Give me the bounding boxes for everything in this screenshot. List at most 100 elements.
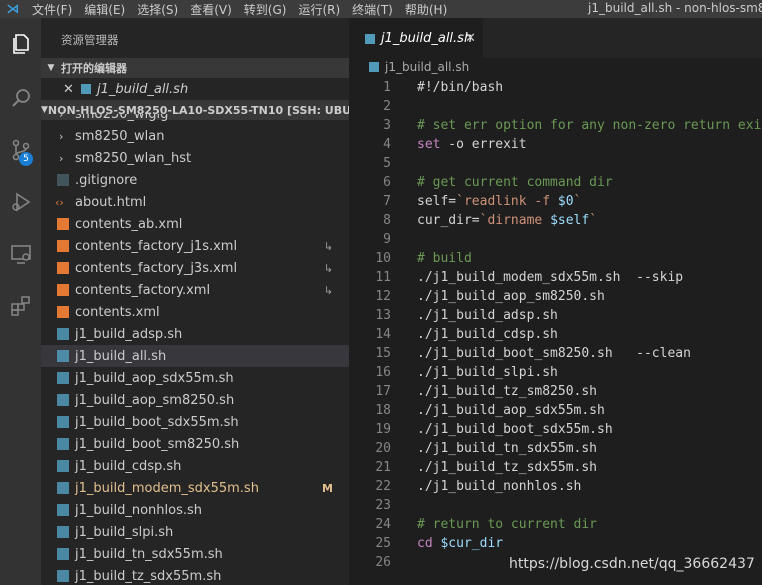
open-editors-header[interactable]: ▼ 打开的编辑器 xyxy=(41,58,349,78)
close-icon[interactable]: ✕ xyxy=(465,31,476,46)
code-line: 23 xyxy=(349,496,762,515)
tree-file[interactable]: j1_build_all.sh xyxy=(41,345,349,367)
code-token: ./j1_build_modem_sdx55m.sh --skip xyxy=(417,270,684,285)
line-number: 8 xyxy=(383,213,391,228)
code-token: ./j1_build_aop_sm8250.sh xyxy=(417,289,605,304)
explorer-icon[interactable] xyxy=(0,24,41,64)
tree-folder[interactable]: › sm8250_wlan xyxy=(41,125,349,147)
menu-item[interactable]: 终端(T) xyxy=(346,1,399,18)
breadcrumb[interactable]: j1_build_all.sh xyxy=(369,60,469,74)
line-number: 20 xyxy=(375,441,391,456)
code-line: 18 ./j1_build_aop_sdx55m.sh xyxy=(349,401,762,420)
tree-file[interactable]: j1_build_boot_sdx55m.sh xyxy=(41,411,349,433)
sh-file-icon xyxy=(57,416,69,428)
tree-file[interactable]: j1_build_tn_sdx55m.sh xyxy=(41,543,349,565)
run-debug-icon[interactable] xyxy=(0,182,41,222)
tree-folder[interactable]: › sm8250_wigig xyxy=(41,114,349,125)
code-line: 5 xyxy=(349,154,762,173)
code-text: ./j1_build_nonhlos.sh xyxy=(417,477,581,496)
menu-item[interactable]: 编辑(E) xyxy=(78,1,131,18)
shell-file-icon xyxy=(365,34,375,44)
tree-file[interactable]: j1_build_modem_sdx55m.sh M xyxy=(41,477,349,499)
line-number: 25 xyxy=(375,536,391,551)
tree-file[interactable]: j1_build_cdsp.sh xyxy=(41,455,349,477)
code-line: 12 ./j1_build_aop_sm8250.sh xyxy=(349,287,762,306)
close-icon[interactable]: ✕ xyxy=(63,82,74,97)
tree-file[interactable]: j1_build_aop_sdx55m.sh xyxy=(41,367,349,389)
code-token: $0 xyxy=(557,194,574,209)
line-number: 12 xyxy=(375,289,391,304)
xml-file-icon xyxy=(57,306,69,318)
menu-item[interactable]: 查看(V) xyxy=(184,1,238,18)
code-line: 8 cur_dir=`dirname $self` xyxy=(349,211,762,230)
code-token: ./j1_build_aop_sdx55m.sh xyxy=(417,403,605,418)
line-number: 22 xyxy=(375,479,391,494)
tree-item-label: sm8250_wlan_hst xyxy=(75,150,192,166)
line-number: 19 xyxy=(375,422,391,437)
xml-file-icon xyxy=(57,262,69,274)
tree-item-label: contents.xml xyxy=(75,304,160,320)
menu-item[interactable]: 帮助(H) xyxy=(399,1,453,18)
tree-file[interactable]: j1_build_nonhlos.sh xyxy=(41,499,349,521)
line-number: 6 xyxy=(383,175,391,190)
code-token: # build xyxy=(417,251,472,266)
code-token: ` xyxy=(589,213,598,228)
menu-item[interactable]: 选择(S) xyxy=(131,1,184,18)
menu-item[interactable]: 文件(F) xyxy=(26,1,78,18)
tree-file[interactable]: j1_build_aop_sm8250.sh xyxy=(41,389,349,411)
tree-file[interactable]: j1_build_adsp.sh xyxy=(41,323,349,345)
code-line: 13 ./j1_build_adsp.sh xyxy=(349,306,762,325)
code-token: ./j1_build_tz_sdx55m.sh xyxy=(417,460,598,475)
code-token: ./j1_build_boot_sm8250.sh --clean xyxy=(417,346,691,361)
editor-area: j1_build_all.sh ✕ j1_build_all.sh 1 #!/bi… xyxy=(349,18,762,585)
tree-file[interactable]: contents.xml xyxy=(41,301,349,323)
tree-item-label: sm8250_wigig xyxy=(75,114,169,122)
code-text: ./j1_build_cdsp.sh xyxy=(417,325,558,344)
tree-file[interactable]: ‹› about.html xyxy=(41,191,349,213)
chevron-right-icon: › xyxy=(59,129,64,143)
explorer-sidebar: 资源管理器 ▼ 打开的编辑器 ✕ j1_build_all.sh ▼ NON-H… xyxy=(41,18,349,585)
code-line: 20 ./j1_build_tn_sdx55m.sh xyxy=(349,439,762,458)
search-icon[interactable] xyxy=(0,78,41,118)
line-number: 16 xyxy=(375,365,391,380)
sidebar-title: 资源管理器 xyxy=(61,33,119,47)
tree-file[interactable]: contents_factory.xml ↳ xyxy=(41,279,349,301)
line-number: 10 xyxy=(375,251,391,266)
open-editor-item[interactable]: ✕ j1_build_all.sh xyxy=(41,78,349,100)
xml-file-icon xyxy=(57,240,69,252)
tree-file[interactable]: contents_ab.xml xyxy=(41,213,349,235)
tree-file[interactable]: j1_build_tz_sdx55m.sh xyxy=(41,565,349,585)
extensions-icon[interactable] xyxy=(0,286,41,326)
tab-j1-build-all[interactable]: j1_build_all.sh ✕ xyxy=(349,18,483,58)
html-file-icon: ‹› xyxy=(55,195,64,209)
tree-file[interactable]: j1_build_boot_sm8250.sh xyxy=(41,433,349,455)
tree-file[interactable]: j1_build_slpi.sh xyxy=(41,521,349,543)
code-text: # get current command dir xyxy=(417,173,613,192)
code-line: 6 # get current command dir xyxy=(349,173,762,192)
tree-file[interactable]: .gitignore xyxy=(41,169,349,191)
git-modified-badge: M xyxy=(322,481,333,495)
code-token: cur_dir= xyxy=(417,213,480,228)
code-text: # build xyxy=(417,249,472,268)
remote-explorer-icon[interactable] xyxy=(0,234,41,274)
tree-file[interactable]: contents_factory_j3s.xml ↳ xyxy=(41,257,349,279)
tree-item-label: j1_build_tz_sdx55m.sh xyxy=(75,568,222,584)
code-token: ./j1_build_boot_sdx55m.sh xyxy=(417,422,613,437)
tree-file[interactable]: contents_factory_j1s.xml ↳ xyxy=(41,235,349,257)
code-token: -o errexit xyxy=(440,137,527,152)
tree-item-label: about.html xyxy=(75,194,147,210)
code-line: 22 ./j1_build_nonhlos.sh xyxy=(349,477,762,496)
tree-item-label: j1_build_modem_sdx55m.sh xyxy=(75,480,259,496)
code-token: $self xyxy=(550,213,590,228)
code-token: ./j1_build_adsp.sh xyxy=(417,308,558,323)
git-file-icon xyxy=(57,174,69,186)
window-title: j1_build_all.sh - non-hlos-sm8250 xyxy=(588,1,762,15)
menu-item[interactable]: 转到(G) xyxy=(238,1,293,18)
tree-item-label: j1_build_all.sh xyxy=(75,348,167,364)
code-text: ./j1_build_aop_sdx55m.sh xyxy=(417,401,605,420)
tree-item-label: j1_build_slpi.sh xyxy=(75,524,174,540)
xml-file-icon xyxy=(57,218,69,230)
code-token: # get current command dir xyxy=(417,175,613,190)
menu-item[interactable]: 运行(R) xyxy=(292,1,346,18)
tree-folder[interactable]: › sm8250_wlan_hst xyxy=(41,147,349,169)
